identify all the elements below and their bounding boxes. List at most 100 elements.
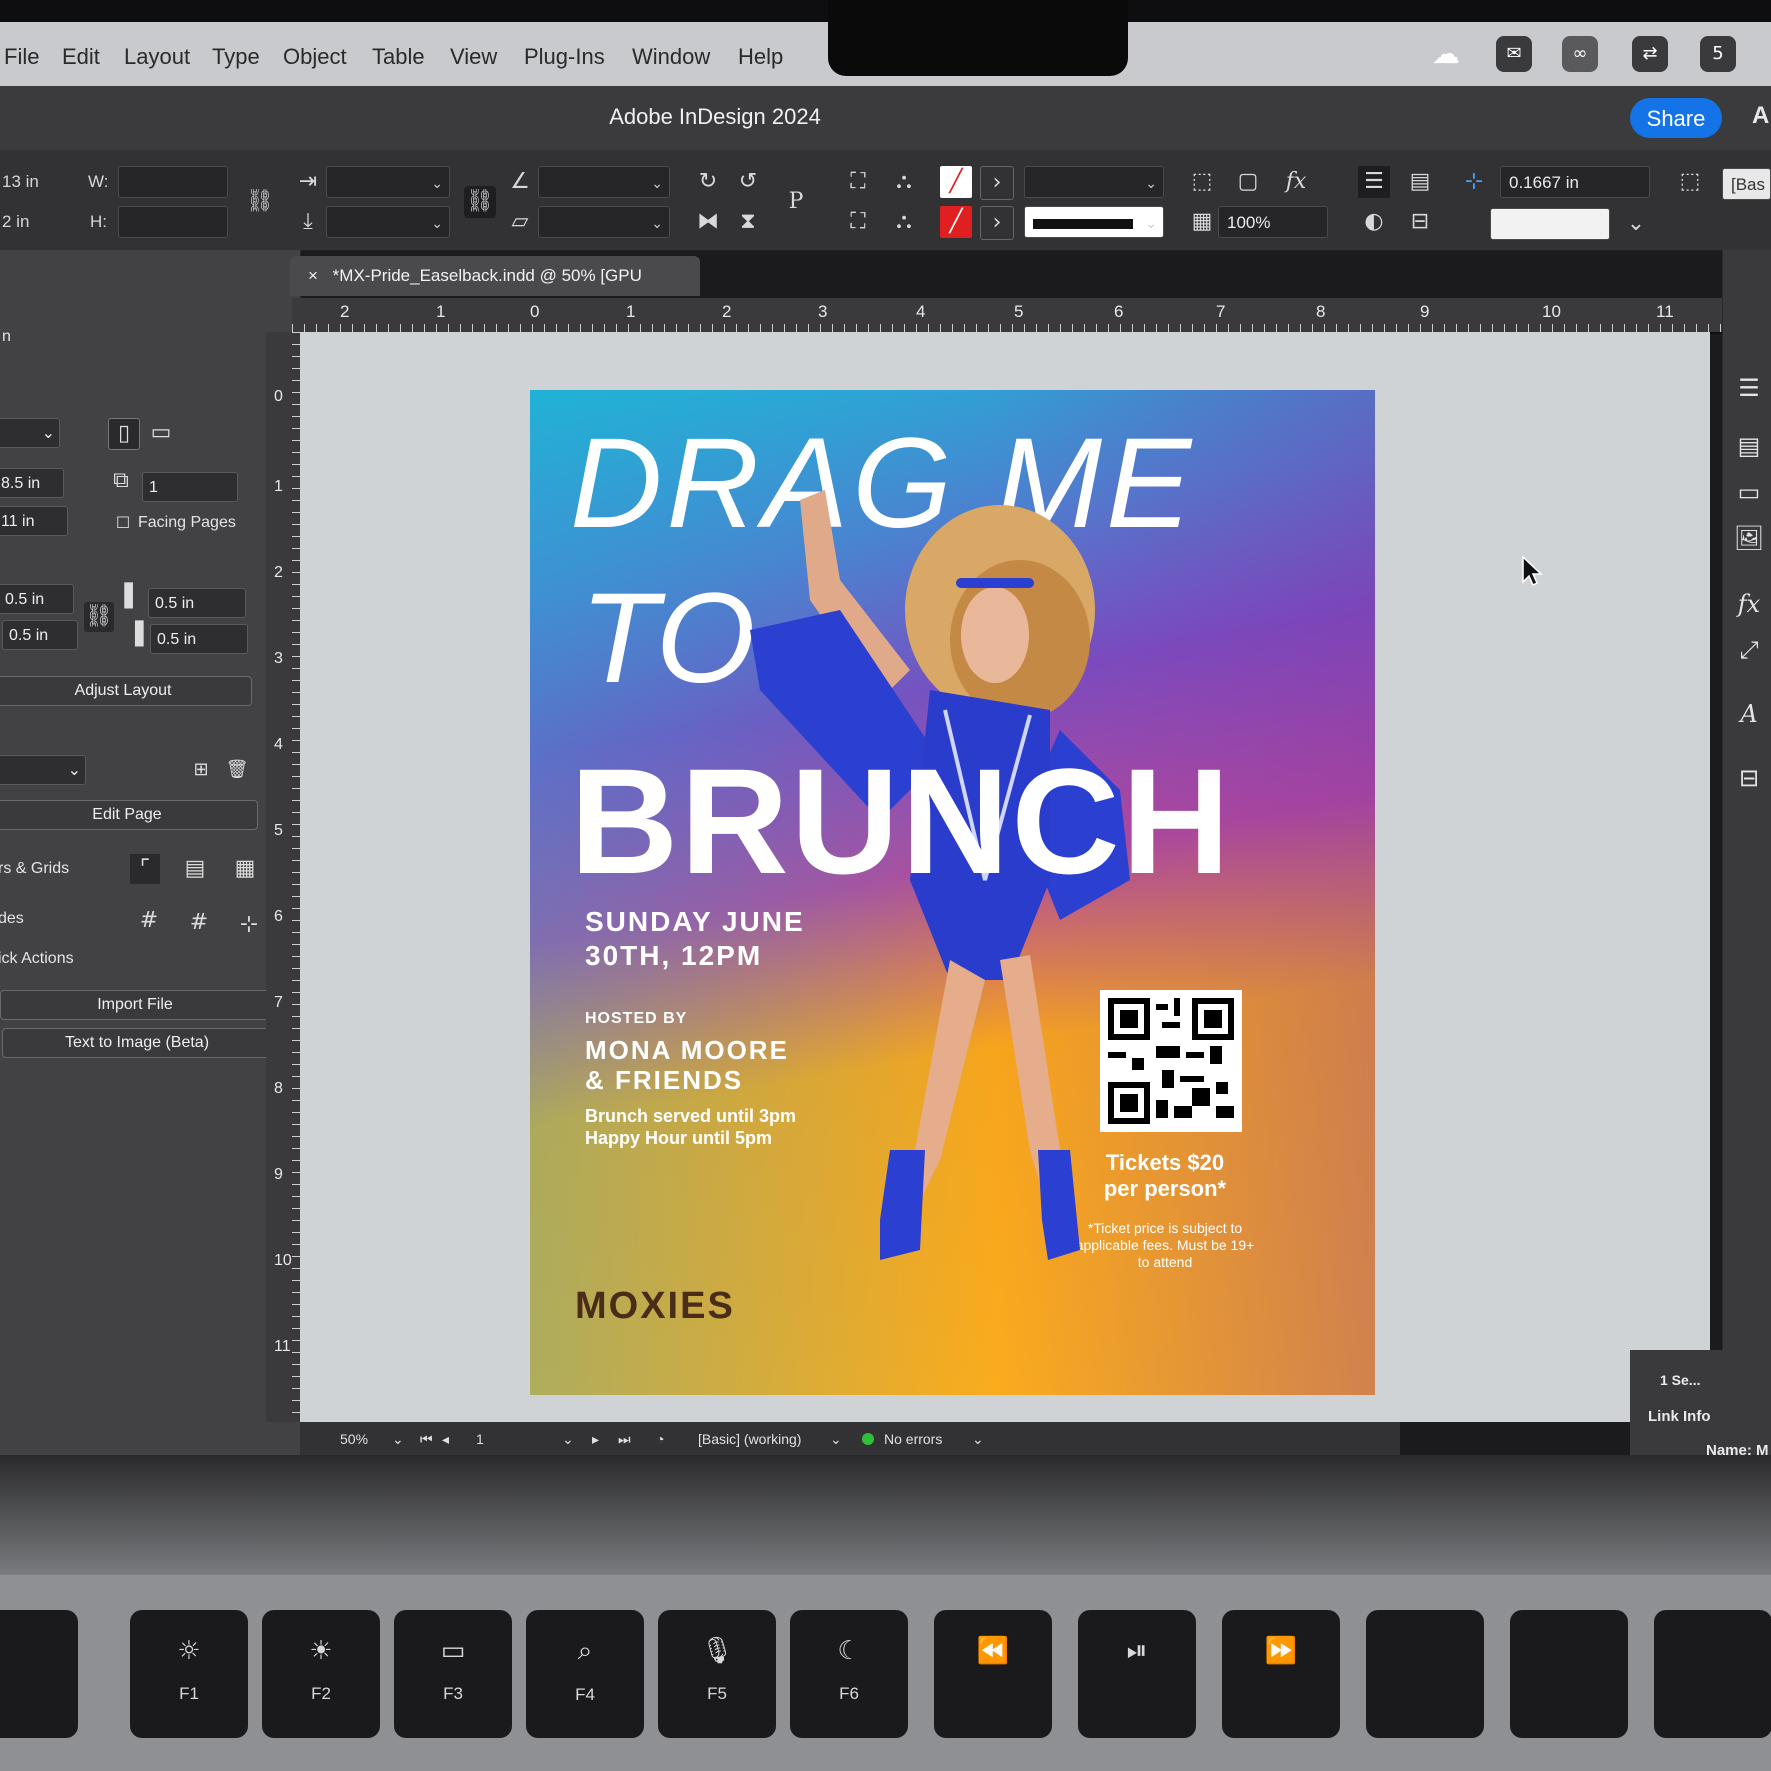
- layers-panel-icon[interactable]: ▭: [1731, 474, 1767, 510]
- scale-x-field[interactable]: ⌄: [326, 166, 450, 198]
- select-content-icon[interactable]: ⛬: [888, 166, 920, 198]
- text-wrap-bbox-icon[interactable]: ▤: [1404, 166, 1436, 198]
- close-tab-icon[interactable]: ×: [308, 266, 318, 285]
- teamviewer-icon[interactable]: ⇄: [1632, 36, 1668, 72]
- scale-y-icon[interactable]: ⤓: [292, 206, 324, 238]
- preflight-profile[interactable]: [Basic] (working): [698, 1431, 801, 1447]
- x-position-value[interactable]: 13 in: [2, 172, 39, 192]
- stroke-dropdown-icon[interactable]: ›: [980, 206, 1014, 240]
- stroke-swatch-icon[interactable]: ╱: [940, 206, 972, 238]
- fill-dropdown-icon[interactable]: ›: [980, 166, 1014, 200]
- menu-file[interactable]: File: [4, 44, 39, 70]
- page-width-field[interactable]: 8.5 in: [0, 468, 64, 498]
- ruler-icon[interactable]: ⌜: [130, 854, 160, 884]
- effects-panel-icon[interactable]: fx: [1731, 586, 1767, 622]
- import-file-button[interactable]: Import File: [0, 990, 270, 1020]
- cloud-icon[interactable]: ☁: [1428, 36, 1464, 72]
- rotate-counterclockwise-icon[interactable]: ↺: [732, 166, 764, 198]
- rotate-angle-field[interactable]: ⌄: [538, 166, 670, 198]
- scale-y-field[interactable]: ⌄: [326, 206, 450, 238]
- document-grid-icon[interactable]: ▦: [230, 854, 260, 884]
- constrain-proportions-icon[interactable]: ⛓: [244, 186, 276, 218]
- layers-count[interactable]: 1 Se...: [1660, 1372, 1700, 1388]
- corner-size-field[interactable]: 0.1667 in: [1500, 166, 1650, 198]
- html5-icon[interactable]: 5: [1700, 36, 1736, 72]
- text-to-image-button[interactable]: Text to Image (Beta): [2, 1028, 272, 1058]
- menu-help[interactable]: Help: [738, 44, 783, 70]
- content-fitting-icon[interactable]: ▢: [1232, 166, 1264, 198]
- preflight-dropdown-icon[interactable]: ⌄: [830, 1431, 842, 1448]
- flip-horizontal-icon[interactable]: ⧓: [692, 206, 724, 238]
- add-page-icon[interactable]: ⊞: [186, 755, 216, 785]
- facing-pages-checkbox[interactable]: ☐: [108, 508, 138, 538]
- flip-vertical-icon[interactable]: ⧗: [732, 206, 764, 238]
- menu-object[interactable]: Object: [283, 44, 347, 70]
- select-container-icon[interactable]: ⛶: [842, 166, 874, 198]
- page-number[interactable]: 1: [476, 1431, 484, 1447]
- menu-table[interactable]: Table: [372, 44, 425, 70]
- previous-page-icon[interactable]: ◂: [442, 1431, 449, 1448]
- baseline-grid-icon[interactable]: ▤: [180, 854, 210, 884]
- stroke-type-field[interactable]: ⌄: [1024, 206, 1164, 238]
- shear-angle-field[interactable]: ⌄: [538, 206, 670, 238]
- character-styles-icon[interactable]: A: [1731, 696, 1767, 732]
- page-dropdown-icon[interactable]: ⌄: [562, 1431, 574, 1448]
- margin-right-field[interactable]: 0.5 in: [150, 624, 248, 654]
- zoom-dropdown-icon[interactable]: ⌄: [392, 1431, 404, 1448]
- menu-plugins[interactable]: Plug-Ins: [524, 44, 605, 70]
- page-size-dropdown[interactable]: ⌄: [0, 418, 60, 448]
- paragraph-styles-icon[interactable]: ⊟: [1731, 760, 1767, 796]
- corner-style-field[interactable]: [1490, 208, 1610, 240]
- y-position-value[interactable]: 2 in: [2, 212, 29, 232]
- preflight-icon[interactable]: ◔: [656, 1431, 664, 1447]
- master-page-dropdown[interactable]: ⌄: [0, 755, 86, 785]
- menu-edit[interactable]: Edit: [62, 44, 100, 70]
- corner-style-dropdown-icon[interactable]: ⌄: [1620, 208, 1652, 240]
- menu-type[interactable]: Type: [212, 44, 260, 70]
- edit-page-button[interactable]: Edit Page: [0, 800, 258, 830]
- first-page-icon[interactable]: ⏮: [420, 1431, 433, 1448]
- poster-page[interactable]: DRAG ME TO BRUNCH SUNDAY JUNE 30TH, 12PM…: [530, 390, 1375, 1395]
- landscape-orientation-icon[interactable]: ▭: [146, 418, 176, 448]
- effects-icon[interactable]: fx: [1280, 166, 1312, 198]
- zoom-level[interactable]: 50%: [340, 1431, 368, 1447]
- show-guides-icon[interactable]: #: [134, 906, 164, 936]
- align-icon[interactable]: ⊟: [1404, 206, 1436, 238]
- link-scale-icon[interactable]: ⛓: [464, 186, 496, 218]
- last-page-icon[interactable]: ⏭: [618, 1431, 631, 1448]
- height-field[interactable]: [118, 206, 228, 238]
- pages-panel-icon[interactable]: ▤: [1731, 428, 1767, 464]
- errors-dropdown-icon[interactable]: ⌄: [972, 1431, 984, 1448]
- menu-view[interactable]: View: [450, 44, 497, 70]
- links-panel-icon[interactable]: 🖼: [1731, 520, 1767, 556]
- share-button[interactable]: Share: [1630, 98, 1722, 138]
- page-height-field[interactable]: 11 in: [0, 506, 68, 536]
- delete-page-icon[interactable]: 🗑: [222, 755, 252, 785]
- fill-swatch-icon[interactable]: ╱: [940, 166, 972, 198]
- lock-guides-icon[interactable]: #: [184, 908, 214, 938]
- smart-guides-icon[interactable]: ⊹: [234, 910, 264, 940]
- scale-x-icon[interactable]: ⇥: [292, 166, 324, 198]
- document-tab[interactable]: × *MX-Pride_Easelback.indd @ 50% [GPU Pr…: [290, 256, 700, 325]
- text-wrap-none-icon[interactable]: ☰: [1358, 166, 1390, 198]
- pages-count-field[interactable]: 1: [142, 472, 238, 502]
- object-style-field[interactable]: [Bas: [1722, 168, 1771, 200]
- object-style-icon[interactable]: ⬚: [1674, 166, 1706, 198]
- menu-window[interactable]: Window: [632, 44, 710, 70]
- adjust-layout-button[interactable]: Adjust Layout: [0, 676, 252, 706]
- portrait-orientation-icon[interactable]: ▯: [108, 418, 140, 450]
- frame-fitting-icon[interactable]: ⬚: [1186, 166, 1218, 198]
- opacity-field[interactable]: 100%: [1218, 206, 1328, 238]
- errors-status[interactable]: No errors: [884, 1431, 942, 1447]
- next-page-icon[interactable]: ▸: [592, 1431, 599, 1448]
- transform-panel-icon[interactable]: ⤢: [1731, 632, 1767, 668]
- drop-shadow-icon[interactable]: ◐: [1358, 206, 1390, 238]
- horizontal-ruler[interactable]: 2 1 0 1 2 3 4 5 6 7 8 9 10 11: [292, 298, 1722, 334]
- menu-layout[interactable]: Layout: [124, 44, 190, 70]
- creative-cloud-icon[interactable]: ∞: [1562, 36, 1598, 72]
- link-margins-icon[interactable]: ⛓: [84, 602, 114, 632]
- vertical-ruler[interactable]: 0 1 2 3 4 5 6 7 8 9 10 11: [266, 332, 300, 1422]
- rotate-clockwise-icon[interactable]: ↻: [692, 166, 724, 198]
- select-previous-icon[interactable]: ⛶: [842, 206, 874, 238]
- auto-fit-icon[interactable]: ⊹: [1458, 166, 1490, 198]
